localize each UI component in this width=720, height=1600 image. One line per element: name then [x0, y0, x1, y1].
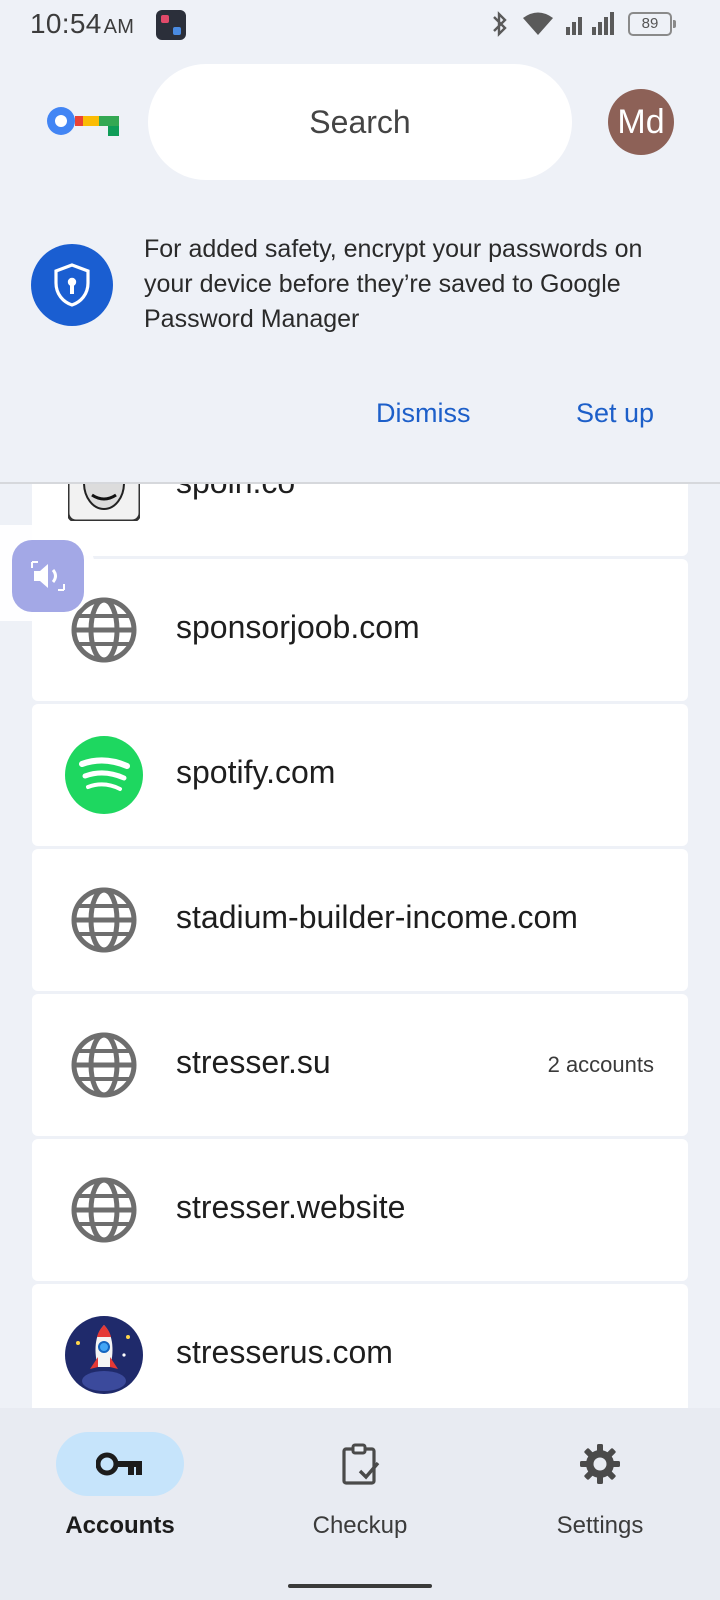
mask-site-icon: [64, 484, 144, 525]
site-name: stresser.website: [176, 1189, 406, 1225]
tab-label: Checkup: [312, 1512, 408, 1539]
encryption-banner: For added safety, encrypt your passwords…: [0, 210, 720, 482]
battery-icon: 89: [628, 12, 676, 36]
site-name: spoin.co: [176, 484, 295, 501]
tab-checkup[interactable]: Checkup: [270, 1432, 450, 1540]
password-manager-logo: [47, 107, 119, 136]
list-item[interactable]: sponsorjoob.com: [32, 559, 688, 701]
site-name: stadium-builder-income.com: [176, 899, 578, 935]
status-time: 10:54 AM: [30, 8, 135, 39]
site-name: sponsorjoob.com: [176, 609, 420, 645]
wifi-icon: [523, 12, 553, 35]
globe-icon: [64, 1025, 144, 1105]
bluetooth-icon: [493, 11, 507, 37]
rocket-site-icon: [64, 1315, 144, 1395]
search-input[interactable]: Search: [148, 64, 572, 180]
set-up-button[interactable]: Set up: [576, 398, 654, 429]
avatar[interactable]: Md: [608, 89, 674, 155]
globe-icon: [64, 1170, 144, 1250]
list-item[interactable]: stresser.website: [32, 1139, 688, 1281]
status-bar: 10:54 AM 89: [0, 0, 720, 50]
list-item[interactable]: spotify.com: [32, 704, 688, 846]
site-name: stresserus.com: [176, 1334, 393, 1370]
bottom-navigation: Accounts Checkup Settings: [0, 1408, 720, 1600]
tab-label: Settings: [556, 1512, 644, 1539]
spotify-icon: [64, 735, 144, 815]
shield-icon: [31, 244, 113, 326]
signal-icon: [566, 12, 614, 35]
site-name: stresser.su: [176, 1044, 331, 1080]
dismiss-button[interactable]: Dismiss: [376, 398, 471, 429]
notification-app-icon: [156, 10, 186, 40]
tab-accounts[interactable]: Accounts: [30, 1432, 210, 1540]
list-item[interactable]: stresserus.com: [32, 1284, 688, 1408]
list-item[interactable]: spoin.co: [32, 484, 688, 556]
account-count: 2 accounts: [547, 1052, 654, 1077]
home-indicator[interactable]: [288, 1584, 432, 1588]
list-item[interactable]: stadium-builder-income.com: [32, 849, 688, 991]
volume-icon[interactable]: [12, 540, 84, 612]
key-icon: [56, 1432, 184, 1496]
list-item[interactable]: stresser.su 2 accounts: [32, 994, 688, 1136]
globe-icon: [64, 880, 144, 960]
site-name: spotify.com: [176, 754, 336, 790]
banner-message: For added safety, encrypt your passwords…: [144, 235, 643, 333]
tab-settings[interactable]: Settings: [510, 1432, 690, 1540]
tab-label: Accounts: [65, 1512, 175, 1539]
clipboard-check-icon: [296, 1432, 424, 1496]
gear-icon: [536, 1432, 664, 1496]
status-icons: [490, 10, 616, 38]
accounts-list[interactable]: spoin.co sponsorjoob.com: [0, 484, 720, 1408]
